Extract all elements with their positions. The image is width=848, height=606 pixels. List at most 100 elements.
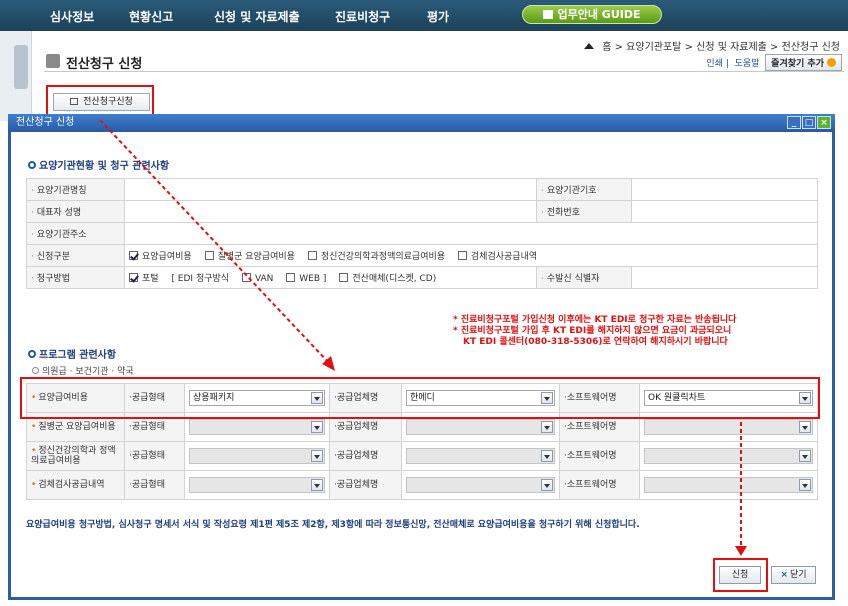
chevron-down-icon (799, 479, 811, 491)
radio-icon (32, 367, 39, 374)
label-address: · 요양기관주소 (26, 222, 125, 245)
section-title-program: 프로그램 관련사항 (28, 346, 116, 361)
apply-option-psychiatry[interactable]: 정신건강의학과정액의료급여비용 (307, 251, 445, 262)
program-row: • 정신건강의학과 정액의료급여비용 ·공급형태 ·공급업체명 ·소프트웨어명 (26, 441, 818, 471)
guide-label: 업무안내 GUIDE (557, 8, 641, 21)
program-row-label: • 검체검사공급내역 (26, 470, 125, 500)
program-row: • 검체검사공급내역 ·공급형태 ·공급업체명 ·소프트웨어명 (26, 470, 818, 500)
nav-evaluation[interactable]: 평가 (427, 8, 449, 25)
section-title-org-text: 요양기관현황 및 청구 관련사항 (39, 161, 170, 172)
breadcrumb: 홈 > 요양기관포탈 > 신청 및 자료제출 > 전산청구 신청 (584, 38, 840, 53)
label-ceo-name: · 대표자 성명 (26, 200, 125, 223)
apply-option-care-benefit[interactable]: 요양급여비용 (129, 251, 192, 262)
chevron-down-icon (311, 450, 323, 462)
label-claim-method: · 청구방법 (26, 266, 125, 289)
chevron-down-icon (799, 421, 811, 433)
close-x-icon: × (780, 570, 788, 580)
claim-option-web[interactable]: WEB ] (286, 273, 326, 284)
bullet-icon (28, 161, 36, 169)
apply-type-options: 요양급여비용 질병군 요양급여비용 정신건강의학과정액의료급여비용 검체검사공급… (124, 244, 818, 267)
software-select (644, 419, 813, 435)
help-link[interactable]: 도움말 (735, 59, 760, 69)
chevron-down-icon (311, 479, 323, 491)
col-vendor: ·공급업체명 (329, 470, 402, 500)
dialog-title: 전산청구 신청 (16, 117, 75, 128)
vendor-cell (401, 441, 560, 471)
maximize-icon[interactable]: □ (802, 116, 816, 129)
print-link[interactable]: 인쇄 (706, 59, 723, 69)
plus-icon (827, 58, 836, 67)
nav-medical-claim[interactable]: 진료비청구 (335, 8, 390, 25)
nav-review-info[interactable]: 심사정보 (50, 8, 94, 25)
page-title: 전산청구 신청 (66, 57, 143, 72)
chevron-down-icon (799, 450, 811, 462)
checkbox[interactable] (204, 251, 214, 260)
claim-option-portal[interactable]: 포털 (129, 273, 159, 284)
col-software: ·소프트웨어명 (559, 470, 640, 500)
col-software: ·소프트웨어명 (559, 441, 640, 471)
claim-option-media[interactable]: 전산매체(디스켓, CD) (339, 273, 436, 284)
highlight-program-row (20, 377, 820, 419)
checkbox[interactable] (129, 251, 138, 260)
sidebar-collapse-tab[interactable] (14, 45, 28, 89)
vendor-select (406, 419, 555, 435)
supply-type-select (189, 448, 325, 464)
checkbox[interactable] (286, 273, 296, 282)
value-receiver-id (631, 266, 818, 289)
close-button[interactable]: × 닫기 (771, 566, 816, 584)
dialog-titlebar: 전산청구 신청 _ □ × (8, 114, 835, 132)
program-row-label: • 정신건강의학과 정액의료급여비용 (26, 441, 125, 471)
top-navigation: 심사정보 현황신고 신청 및 자료제출 진료비청구 평가 업무안내 GUIDE (0, 0, 848, 31)
claim-option-van[interactable]: VAN (241, 273, 273, 284)
person-icon (46, 54, 60, 68)
claim-edi-bracket: [ EDI 청구방식 (171, 274, 230, 284)
supply-type-cell (184, 470, 330, 500)
favorite-label: 즐겨찾기 추가 (771, 59, 824, 69)
checkbox[interactable] (241, 273, 251, 282)
value-phone (631, 200, 818, 223)
chevron-down-icon (541, 479, 553, 491)
checkbox[interactable] (307, 251, 317, 260)
supply-type-select (189, 477, 325, 493)
checkbox[interactable] (457, 251, 467, 260)
favorite-button[interactable]: 즐겨찾기 추가 (765, 54, 842, 71)
supply-type-select (189, 419, 325, 435)
section-title-org: 요양기관현황 및 청구 관련사항 (28, 157, 169, 172)
label-org-name: · 요양기관명칭 (26, 178, 125, 201)
chevron-down-icon (541, 421, 553, 433)
software-cell (639, 441, 818, 471)
software-select (644, 477, 813, 493)
subtab-clinic[interactable]: 의원급 · 보건기관 · 약국 (32, 364, 134, 377)
nav-status-report[interactable]: 현황신고 (129, 8, 173, 25)
checkbox[interactable] (339, 273, 349, 282)
guide-button[interactable]: 업무안내 GUIDE (522, 5, 662, 24)
claim-method-options: 포털 [ EDI 청구방식 VAN WEB ] 전산매체(디스켓, CD) (124, 266, 537, 289)
apply-option-drg[interactable]: 질병군 요양급여비용 (204, 251, 295, 262)
software-cell (639, 470, 818, 500)
edi-notice: * 진료비청구포털 가입신청 이후에는 KT EDI로 청구한 자료는 반송됩니… (453, 315, 736, 348)
home-icon[interactable] (584, 43, 595, 49)
left-sidebar-toggle[interactable] (0, 31, 32, 121)
col-vendor: ·공급업체명 (329, 441, 402, 471)
label-phone: · 전화번호 (536, 200, 632, 223)
supply-type-cell (184, 441, 330, 471)
nav-application-submission[interactable]: 신청 및 자료제출 (214, 8, 300, 25)
label-org-code: · 요양기관기호 (536, 178, 632, 201)
vendor-select (406, 448, 555, 464)
book-icon (543, 10, 554, 19)
minimize-icon[interactable]: _ (787, 116, 801, 129)
vendor-select (406, 477, 555, 493)
label-apply-type: · 신청구분 (26, 244, 125, 267)
checkbox[interactable] (129, 273, 138, 282)
bottom-note: 요양급여비용 청구방법, 심사청구 명세서 서식 및 작성요령 제1편 제5조 … (26, 520, 640, 530)
apply-option-specimen[interactable]: 검체검사공급내역 (457, 251, 537, 262)
highlight-apply-button (713, 558, 768, 592)
page-tools: 인쇄 | 도움말 즐겨찾기 추가 (706, 54, 842, 71)
value-org-code (631, 178, 818, 201)
subtab-label: 의원급 · 보건기관 · 약국 (42, 367, 134, 377)
close-icon[interactable]: × (817, 116, 831, 129)
value-address (124, 222, 818, 245)
vendor-cell (401, 470, 560, 500)
chevron-down-icon (541, 450, 553, 462)
software-select (644, 448, 813, 464)
